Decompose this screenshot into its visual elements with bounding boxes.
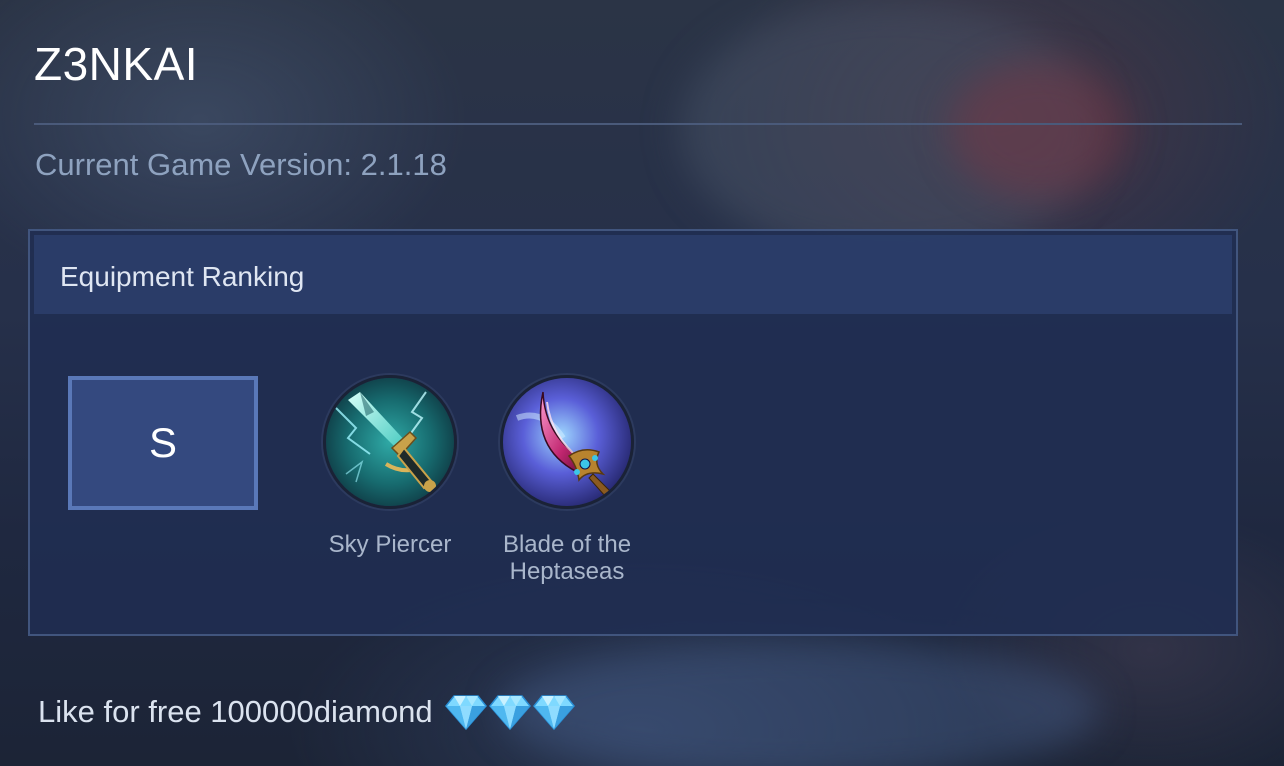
equipment-item-label-line-1: Blade of the [502,531,632,558]
background-art-lower [500,640,1100,766]
diamond-icon [488,694,531,730]
diamond-icon [444,694,487,730]
blade-of-the-heptaseas-icon [500,375,634,509]
page-title: Z3NKAI [34,38,199,90]
diamond-icons [444,694,575,730]
equipment-item-blade-of-the-heptaseas[interactable]: Blade of the Heptaseas [492,375,642,585]
equipment-item-label: Sky Piercer [328,531,452,558]
panel-header: Equipment Ranking [34,235,1232,314]
diamond-icon [532,694,575,730]
promo-footer: Like for free 100000diamond [38,692,575,732]
equipment-item-label: Blade of the Heptaseas [492,531,642,585]
game-version-text: Current Game Version: 2.1.18 [35,147,447,182]
panel-title: Equipment Ranking [60,261,305,292]
sky-piercer-icon [323,375,457,509]
background-art [680,0,1100,260]
tier-badge-s: S [68,376,258,510]
background-art-accent [950,60,1130,200]
header-divider [34,123,1242,125]
promo-text: Like for free 100000diamond [38,694,433,729]
equipment-ranking-panel: Equipment Ranking S Sky Piercer Blade of… [28,229,1238,636]
equipment-item-label-line-2: Heptaseas [509,558,625,585]
equipment-item-sky-piercer[interactable]: Sky Piercer [315,375,465,558]
